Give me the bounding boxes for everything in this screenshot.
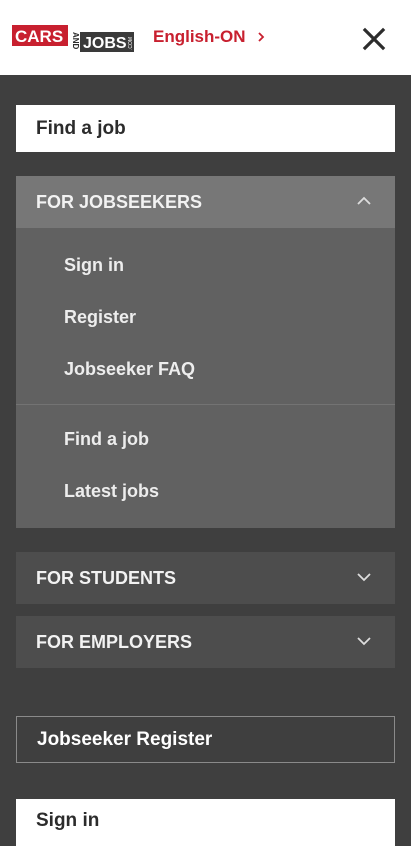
- top-header: CARS AND JOBS .COM English-ON: [0, 0, 411, 75]
- logo-text-cars: CARS: [15, 27, 63, 46]
- accordion-jobseekers-panel: Sign in Register Jobseeker FAQ Find a jo…: [16, 228, 395, 528]
- menu-item-register[interactable]: Register: [64, 307, 136, 328]
- find-job-button[interactable]: Find a job: [16, 105, 395, 152]
- logo-text-com: .COM: [128, 37, 134, 50]
- menu-divider: [16, 404, 395, 405]
- chevron-right-icon: [257, 32, 264, 42]
- find-job-button-label: Find a job: [36, 117, 126, 139]
- language-selector[interactable]: English-ON: [153, 27, 266, 47]
- accordion-jobseekers[interactable]: FOR JOBSEEKERS: [16, 176, 395, 228]
- carsandjobs-logo[interactable]: CARS AND JOBS .COM: [12, 23, 134, 53]
- accordion-employers-title: FOR EMPLOYERS: [36, 631, 193, 652]
- accordion-employers[interactable]: FOR EMPLOYERS: [16, 616, 395, 668]
- menu-item-sign-in[interactable]: Sign in: [64, 255, 124, 276]
- close-icon[interactable]: [362, 27, 386, 51]
- menu-item-jobseeker-faq[interactable]: Jobseeker FAQ: [64, 359, 195, 380]
- jobseeker-register-label: Jobseeker Register: [37, 728, 213, 750]
- logo-text-and: AND: [71, 32, 80, 50]
- sign-in-button-label: Sign in: [36, 810, 100, 831]
- jobseeker-register-button[interactable]: Jobseeker Register: [16, 716, 395, 763]
- accordion-students-title: FOR STUDENTS: [36, 567, 177, 588]
- menu-item-find-job[interactable]: Find a job: [64, 429, 149, 450]
- chevron-down-icon: [357, 637, 371, 646]
- language-label: English-ON: [153, 27, 246, 46]
- accordion-students[interactable]: FOR STUDENTS: [16, 552, 395, 604]
- chevron-down-icon: [357, 573, 371, 582]
- chevron-up-icon: [357, 196, 371, 205]
- logo-text-jobs: JOBS: [83, 35, 127, 52]
- menu-item-latest-jobs[interactable]: Latest jobs: [64, 481, 159, 502]
- accordion-jobseekers-title: FOR JOBSEEKERS: [36, 191, 203, 212]
